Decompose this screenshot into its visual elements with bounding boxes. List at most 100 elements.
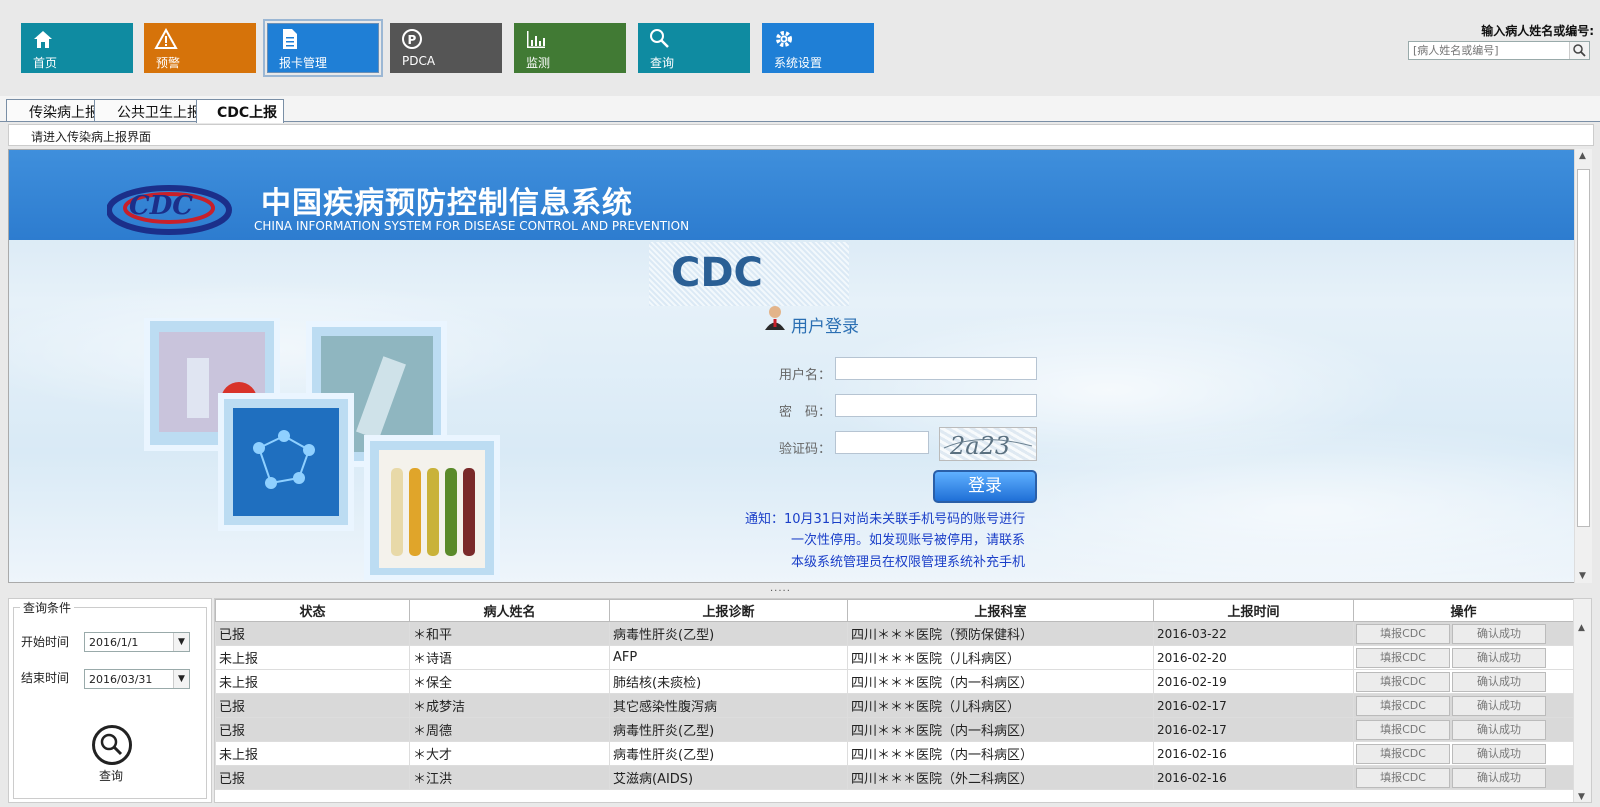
search-button[interactable] <box>1569 42 1589 59</box>
column-header-department[interactable]: 上报科室 <box>847 599 1154 622</box>
end-date-select[interactable]: 2016/03/31 ▼ <box>84 669 190 689</box>
table-row[interactable]: 未上报 ＊诗语 AFP 四川＊＊＊医院（儿科病区） 2016-02-20 填报CDC 确认成… <box>215 645 1574 670</box>
nav-monitoring[interactable]: 监测 <box>514 23 626 73</box>
svg-text:P: P <box>408 33 417 47</box>
nav-label: 预警 <box>156 56 181 70</box>
cell-actions: 填报CDC 确认成功 <box>1353 717 1574 742</box>
fill-cdc-button[interactable]: 填报CDC <box>1356 719 1450 740</box>
fill-cdc-button[interactable]: 填报CDC <box>1356 767 1450 788</box>
username-label: 用户名： <box>778 368 831 383</box>
tab-bar: 传染病上报 公共卫生上报 CDC上报 <box>0 96 1600 123</box>
cell-report-time: 2016-02-17 <box>1153 693 1354 718</box>
notice-line: 本级系统管理员在权限管理系统补充手机 <box>791 555 1026 570</box>
table-row[interactable]: 已报 ＊和平 病毒性肝炎(乙型) 四川＊＊＊医院（预防保健科） 2016-03-22 填报… <box>215 621 1574 646</box>
search-icon <box>1573 44 1586 57</box>
cell-patient-name: ＊诗语 <box>409 645 610 670</box>
cell-diagnosis: AFP <box>609 645 848 670</box>
username-input[interactable] <box>835 357 1037 380</box>
query-button-label: 查询 <box>99 769 124 783</box>
scroll-down-icon[interactable]: ▼ <box>1579 571 1586 581</box>
confirm-success-button[interactable]: 确认成功 <box>1452 695 1546 716</box>
pdca-icon: P <box>402 29 422 49</box>
svg-text:CDC: CDC <box>129 191 193 221</box>
scroll-up-icon[interactable]: ▲ <box>1579 151 1586 161</box>
login-title: 用户登录 <box>791 317 859 337</box>
table-row[interactable]: 已报 ＊成梦洁 其它感染性腹泻病 四川＊＊＊医院（儿科病区） 2016-02-17 填报C… <box>215 693 1574 718</box>
start-date-select[interactable]: 2016/1/1 ▼ <box>84 632 190 652</box>
confirm-success-button[interactable]: 确认成功 <box>1452 719 1546 740</box>
cell-status: 未上报 <box>215 645 410 670</box>
table-header-row: 状态 病人姓名 上报诊断 上报科室 上报时间 操作 <box>215 599 1574 622</box>
table-row[interactable]: 未上报 ＊保全 肺结核(未痰检) 四川＊＊＊医院（内一科病区） 2016-02-19 填报… <box>215 669 1574 694</box>
fill-cdc-button[interactable]: 填报CDC <box>1356 671 1450 692</box>
nav-label: 报卡管理 <box>279 56 328 70</box>
document-icon <box>283 29 297 49</box>
end-date-value: 2016/03/31 <box>89 673 153 686</box>
captcha-label: 验证码： <box>778 442 831 457</box>
fill-cdc-button[interactable]: 填报CDC <box>1356 647 1450 668</box>
start-date-value: 2016/1/1 <box>89 636 139 649</box>
column-header-actions: 操作 <box>1353 599 1574 622</box>
column-header-patient-name[interactable]: 病人姓名 <box>409 599 610 622</box>
query-button[interactable] <box>92 725 132 765</box>
cell-actions: 填报CDC 确认成功 <box>1353 693 1574 718</box>
column-header-status[interactable]: 状态 <box>215 599 410 622</box>
password-input[interactable] <box>835 394 1037 417</box>
column-header-diagnosis[interactable]: 上报诊断 <box>609 599 848 622</box>
nav-warning[interactable]: 预警 <box>144 23 256 73</box>
cell-diagnosis: 病毒性肝炎(乙型) <box>609 621 848 646</box>
search-icon <box>100 733 123 756</box>
cell-report-time: 2016-02-20 <box>1153 645 1354 670</box>
nav-pdca[interactable]: P PDCA <box>390 23 502 73</box>
nav-system-settings[interactable]: 系统设置 <box>762 23 874 73</box>
table-row[interactable]: 已报 ＊周德 病毒性肝炎(乙型) 四川＊＊＊医院（内一科病区） 2016-02-17 填报… <box>215 717 1574 742</box>
chevron-down-icon[interactable]: ▼ <box>173 670 189 688</box>
cell-status: 已报 <box>215 717 410 742</box>
tab-infectious-report[interactable]: 传染病上报 <box>6 99 106 121</box>
top-navigation: 首页 预警 报卡管理 P PDCA 监测 查询 系统设置 输入病人姓名或编号: <box>0 0 1600 96</box>
nav-card-management[interactable]: 报卡管理 <box>263 19 383 77</box>
chevron-down-icon[interactable]: ▼ <box>173 633 189 651</box>
confirm-success-button[interactable]: 确认成功 <box>1452 647 1546 668</box>
nav-label: PDCA <box>402 54 436 68</box>
cell-report-time: 2016-02-17 <box>1153 717 1354 742</box>
cdc-banner: CDC 中国疾病预防控制信息系统 CHINA INFORMATION SYSTE… <box>9 150 1575 240</box>
report-table: 状态 病人姓名 上报诊断 上报科室 上报时间 操作 已报 ＊和平 病毒性肝炎(乙型)… <box>215 599 1574 790</box>
login-button[interactable]: 登录 <box>933 470 1037 503</box>
cdc-frame-scrollbar[interactable]: ▲ ▼ <box>1574 149 1592 583</box>
fill-cdc-button[interactable]: 填报CDC <box>1356 695 1450 716</box>
tab-cdc-report[interactable]: CDC上报 <box>196 99 285 123</box>
scroll-up-icon[interactable]: ▲ <box>1578 623 1585 633</box>
notice-line: 一次性停用。如发现账号被停用，请联系 <box>791 533 1026 548</box>
confirm-success-button[interactable]: 确认成功 <box>1452 623 1546 644</box>
confirm-success-button[interactable]: 确认成功 <box>1452 671 1546 692</box>
query-panel: 查询条件 开始时间 2016/1/1 ▼ 结束时间 2016/03/31 ▼ 查… <box>8 598 212 803</box>
captcha-input[interactable] <box>835 431 929 454</box>
cell-report-time: 2016-02-16 <box>1153 765 1354 790</box>
panel-splitter[interactable]: ..... <box>770 583 791 594</box>
cell-department: 四川＊＊＊医院（内一科病区） <box>847 669 1154 694</box>
table-row[interactable]: 未上报 ＊大才 病毒性肝炎(乙型) 四川＊＊＊医院（内一科病区） 2016-02-16 填… <box>215 741 1574 766</box>
cell-report-time: 2016-02-16 <box>1153 741 1354 766</box>
cell-diagnosis: 肺结核(未痰检) <box>609 669 848 694</box>
nav-home[interactable]: 首页 <box>21 23 133 73</box>
cell-actions: 填报CDC 确认成功 <box>1353 645 1574 670</box>
scroll-down-icon[interactable]: ▼ <box>1578 792 1585 802</box>
table-scrollbar[interactable]: ▲ ▼ <box>1573 599 1591 802</box>
lab-photo-collage <box>144 318 500 580</box>
captcha-image[interactable]: 2a23 <box>939 427 1037 461</box>
confirm-success-button[interactable]: 确认成功 <box>1452 767 1546 788</box>
fill-cdc-button[interactable]: 填报CDC <box>1356 743 1450 764</box>
report-table-panel: 状态 病人姓名 上报诊断 上报科室 上报时间 操作 已报 ＊和平 病毒性肝炎(乙型)… <box>214 598 1592 803</box>
tab-public-health-report[interactable]: 公共卫生上报 <box>94 99 208 121</box>
cell-department: 四川＊＊＊医院（儿科病区） <box>847 645 1154 670</box>
table-row[interactable]: 已报 ＊江洪 艾滋病(AIDS) 四川＊＊＊医院（外二科病区） 2016-02-16 填报… <box>215 765 1574 790</box>
patient-search-input[interactable] <box>1409 42 1569 59</box>
scroll-thumb[interactable] <box>1577 169 1590 527</box>
nav-query[interactable]: 查询 <box>638 23 750 73</box>
column-header-report-time[interactable]: 上报时间 <box>1153 599 1354 622</box>
confirm-success-button[interactable]: 确认成功 <box>1452 743 1546 764</box>
cell-department: 四川＊＊＊医院（儿科病区） <box>847 693 1154 718</box>
cell-actions: 填报CDC 确认成功 <box>1353 741 1574 766</box>
fill-cdc-button[interactable]: 填报CDC <box>1356 623 1450 644</box>
